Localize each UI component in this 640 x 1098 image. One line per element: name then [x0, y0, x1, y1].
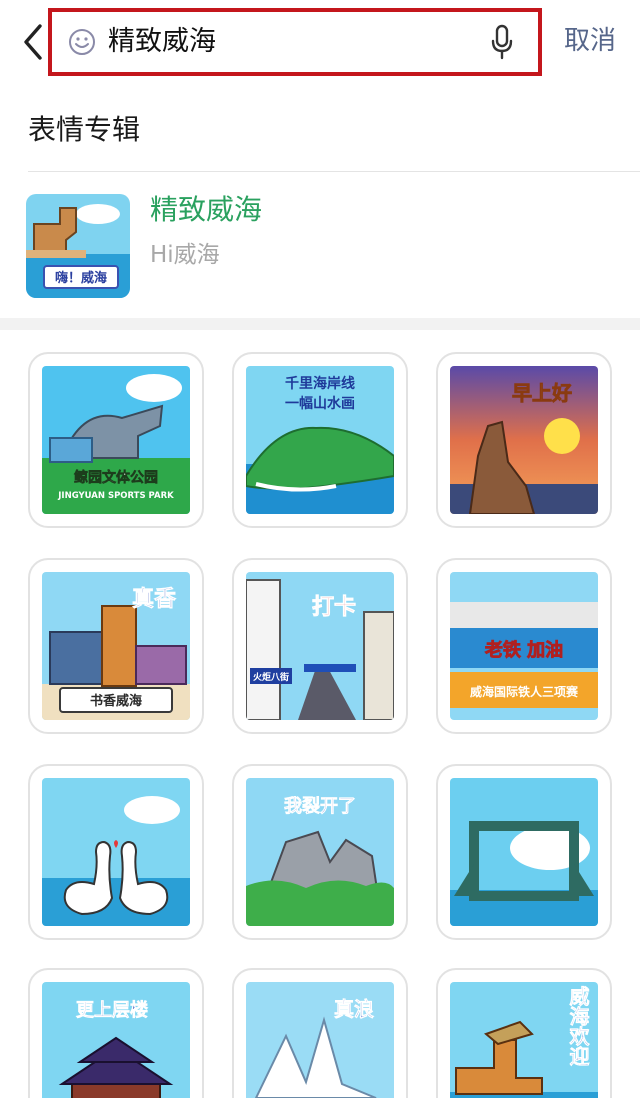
microphone-icon[interactable] — [490, 24, 514, 60]
sticker-pavilion: 更上层楼 — [42, 982, 190, 1098]
cancel-button[interactable]: 取消 — [564, 24, 616, 58]
svg-text:真浪: 真浪 — [334, 997, 374, 1021]
back-arrow-icon[interactable] — [18, 22, 48, 62]
sticker-card[interactable]: 早上好 — [436, 352, 612, 528]
sticker-triathlon: 老铁 加油 威海国际铁人三项赛 — [450, 572, 598, 720]
welcome-caption: 威海欢迎 — [566, 985, 590, 1067]
svg-text:JINGYUAN SPORTS PARK: JINGYUAN SPORTS PARK — [57, 491, 174, 501]
album-thumb-caption: 嗨！威海 — [55, 270, 107, 286]
sticker-card[interactable]: 我裂开了 — [232, 764, 408, 940]
sticker-swans — [42, 778, 190, 926]
sticker-waves: 真浪 — [246, 982, 394, 1098]
section-title: 表情专辑 — [28, 113, 141, 146]
svg-text:打卡: 打卡 — [312, 595, 356, 620]
emoji-icon[interactable] — [68, 28, 96, 56]
sticker-welcome: 威海欢迎 — [450, 982, 598, 1098]
svg-text:真香: 真香 — [132, 586, 176, 612]
sticker-coastline: 千里海岸线 一幅山水画 — [246, 366, 394, 514]
svg-text:千里海岸线: 千里海岸线 — [285, 375, 355, 392]
sticker-cracked-rock: 我裂开了 — [246, 778, 394, 926]
sticker-card[interactable]: 真浪 — [232, 968, 408, 1098]
sticker-card[interactable]: 真香 书香威海 — [28, 558, 204, 734]
sticker-card[interactable]: 千里海岸线 一幅山水画 — [232, 352, 408, 528]
svg-text:我裂开了: 我裂开了 — [284, 796, 356, 817]
sticker-card[interactable] — [436, 764, 612, 940]
sticker-library: 真香 书香威海 — [42, 572, 190, 720]
sticker-album-section: 表情专辑 嗨！威海 精致威海 Hi威海 — [0, 82, 640, 318]
svg-text:一幅山水画: 一幅山水画 — [285, 395, 355, 412]
sticker-good-morning: 早上好 — [450, 366, 598, 514]
sticker-card[interactable]: 老铁 加油 威海国际铁人三项赛 — [436, 558, 612, 734]
svg-text:早上好: 早上好 — [512, 381, 572, 405]
album-subtitle: Hi威海 — [150, 242, 220, 268]
top-bar: 精致威海 取消 — [0, 0, 640, 82]
album-thumbnail[interactable]: 嗨！威海 — [26, 194, 130, 298]
sticker-grid: 鲸园文体公园 JINGYUAN SPORTS PARK 千里海岸线 一幅山水画 — [0, 330, 640, 1098]
svg-text:威海国际铁人三项赛: 威海国际铁人三项赛 — [470, 684, 579, 699]
svg-text:老铁 加油: 老铁 加油 — [485, 639, 563, 661]
album-title[interactable]: 精致威海 — [150, 192, 262, 228]
svg-text:更上层楼: 更上层楼 — [76, 999, 148, 1021]
search-box[interactable]: 精致威海 — [48, 8, 542, 76]
sticker-card[interactable]: 威海欢迎 — [436, 968, 612, 1098]
sticker-card[interactable] — [28, 764, 204, 940]
sticker-frame-view — [450, 778, 598, 926]
svg-text:书香威海: 书香威海 — [90, 693, 142, 709]
sticker-jingyuan-park: 鲸园文体公园 JINGYUAN SPORTS PARK — [42, 366, 190, 514]
sticker-checkin-street: 打卡 火炬八街 — [246, 572, 394, 720]
sticker-card[interactable]: 打卡 火炬八街 — [232, 558, 408, 734]
svg-text:火炬八街: 火炬八街 — [253, 671, 289, 683]
sticker-card[interactable]: 更上层楼 — [28, 968, 204, 1098]
sticker-card[interactable]: 鲸园文体公园 JINGYUAN SPORTS PARK — [28, 352, 204, 528]
svg-text:鲸园文体公园: 鲸园文体公园 — [74, 469, 158, 486]
album-thumbnail-image: 嗨！威海 — [26, 194, 130, 298]
divider — [28, 171, 640, 172]
search-input[interactable]: 精致威海 — [108, 24, 216, 60]
